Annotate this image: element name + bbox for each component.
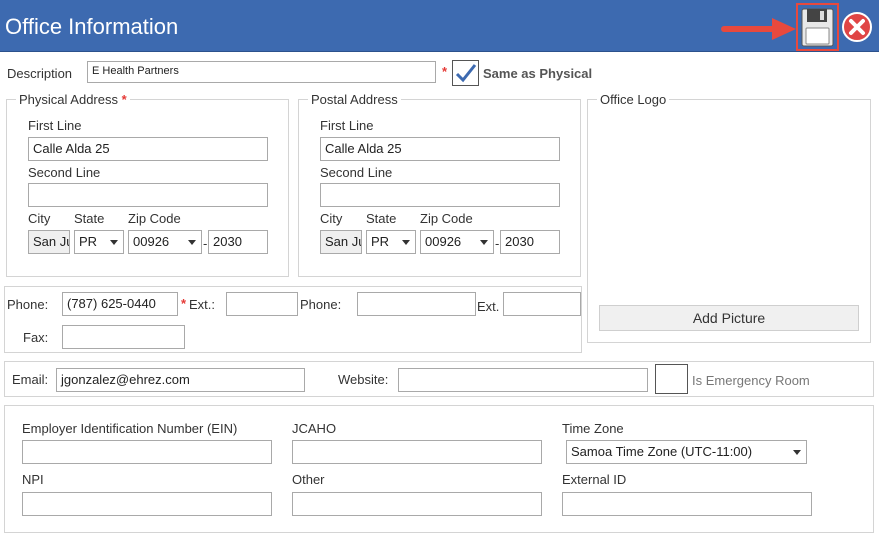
jcaho-input[interactable] [292, 440, 542, 464]
fax-input[interactable] [62, 325, 185, 349]
checkmark-icon [455, 64, 477, 83]
same-as-physical-label: Same as Physical [483, 66, 593, 81]
physical-state-label: State [74, 211, 105, 226]
timezone-value: Samoa Time Zone (UTC-11:00) [571, 444, 753, 459]
timezone-select[interactable]: Samoa Time Zone (UTC-11:00) [566, 440, 807, 464]
physical-zip-label: Zip Code [128, 211, 181, 226]
postal-zip-value: 00926 [425, 234, 462, 249]
chevron-down-icon [480, 240, 488, 245]
postal-state-select[interactable]: PR [366, 230, 416, 254]
postal-first-line-input[interactable]: Calle Alda 25 [320, 137, 560, 161]
postal-address-legend: Postal Address [308, 92, 401, 107]
ein-input[interactable] [22, 440, 272, 464]
add-picture-button[interactable]: Add Picture [599, 305, 859, 331]
email-label: Email: [12, 372, 49, 387]
npi-label: NPI [22, 472, 44, 487]
physical-first-line-label: First Line [28, 118, 82, 133]
physical-city-input[interactable]: San Ju [28, 230, 70, 254]
postal-city-label: City [320, 211, 343, 226]
description-label: Description [7, 66, 73, 81]
description-required-mark: * [442, 64, 448, 79]
same-as-physical-checkbox[interactable] [452, 60, 479, 86]
page-title: Office Information [5, 14, 179, 39]
postal-second-line-label: Second Line [320, 165, 393, 180]
ein-label: Employer Identification Number (EIN) [22, 421, 238, 436]
external-id-input[interactable] [562, 492, 812, 516]
physical-address-legend-text: Physical Address [19, 92, 118, 107]
postal-zip-label: Zip Code [420, 211, 473, 226]
phone1-label: Phone: [7, 297, 49, 312]
physical-zip-value: 00926 [133, 234, 170, 249]
ext1-input[interactable] [226, 292, 298, 316]
ext1-label: Ext.: [189, 297, 216, 312]
save-icon [801, 8, 834, 47]
physical-city-label: City [28, 211, 51, 226]
timezone-label: Time Zone [562, 421, 624, 436]
phone-required-mark: * [181, 296, 187, 311]
email-input[interactable]: jgonzalez@ehrez.com [56, 368, 305, 392]
postal-second-line-input[interactable] [320, 183, 560, 207]
physical-second-line-label: Second Line [28, 165, 101, 180]
chevron-down-icon [110, 240, 118, 245]
postal-city-input[interactable]: San Ju [320, 230, 362, 254]
ext2-label: Ext. [477, 299, 500, 314]
website-label: Website: [338, 372, 389, 387]
description-input[interactable]: E Health Partners [87, 61, 436, 83]
postal-state-value: PR [371, 234, 390, 249]
save-button[interactable] [796, 3, 839, 51]
physical-first-line-input[interactable]: Calle Alda 25 [28, 137, 268, 161]
external-id-label: External ID [562, 472, 627, 487]
phone2-label: Phone: [300, 297, 342, 312]
office-logo-legend: Office Logo [597, 92, 670, 107]
physical-state-select[interactable]: PR [74, 230, 124, 254]
physical-second-line-input[interactable] [28, 183, 268, 207]
emergency-room-label: Is Emergency Room [692, 373, 810, 388]
chevron-down-icon [402, 240, 410, 245]
fax-label: Fax: [23, 330, 49, 345]
website-input[interactable] [398, 368, 648, 392]
jcaho-label: JCAHO [292, 421, 337, 436]
physical-zip-select[interactable]: 00926 [128, 230, 202, 254]
postal-zip-dash: - [495, 236, 500, 251]
phone2-input[interactable] [357, 292, 476, 316]
physical-zip-ext-input[interactable]: 2030 [208, 230, 268, 254]
other-input[interactable] [292, 492, 542, 516]
physical-required-mark: * [121, 92, 127, 107]
physical-zip-dash: - [203, 236, 208, 251]
close-icon[interactable] [841, 11, 873, 43]
postal-state-label: State [366, 211, 397, 226]
chevron-down-icon [188, 240, 196, 245]
postal-zip-select[interactable]: 00926 [420, 230, 494, 254]
physical-state-value: PR [79, 234, 98, 249]
emergency-room-checkbox[interactable] [655, 364, 688, 394]
annotation-arrow-icon [721, 18, 796, 40]
chevron-down-icon [793, 450, 801, 455]
physical-address-legend: Physical Address * [16, 92, 130, 107]
other-label: Other [292, 472, 325, 487]
ext2-input[interactable] [503, 292, 581, 316]
postal-zip-ext-input[interactable]: 2030 [500, 230, 560, 254]
postal-first-line-label: First Line [320, 118, 374, 133]
phone1-input[interactable]: (787) 625-0440 [62, 292, 178, 316]
npi-input[interactable] [22, 492, 272, 516]
